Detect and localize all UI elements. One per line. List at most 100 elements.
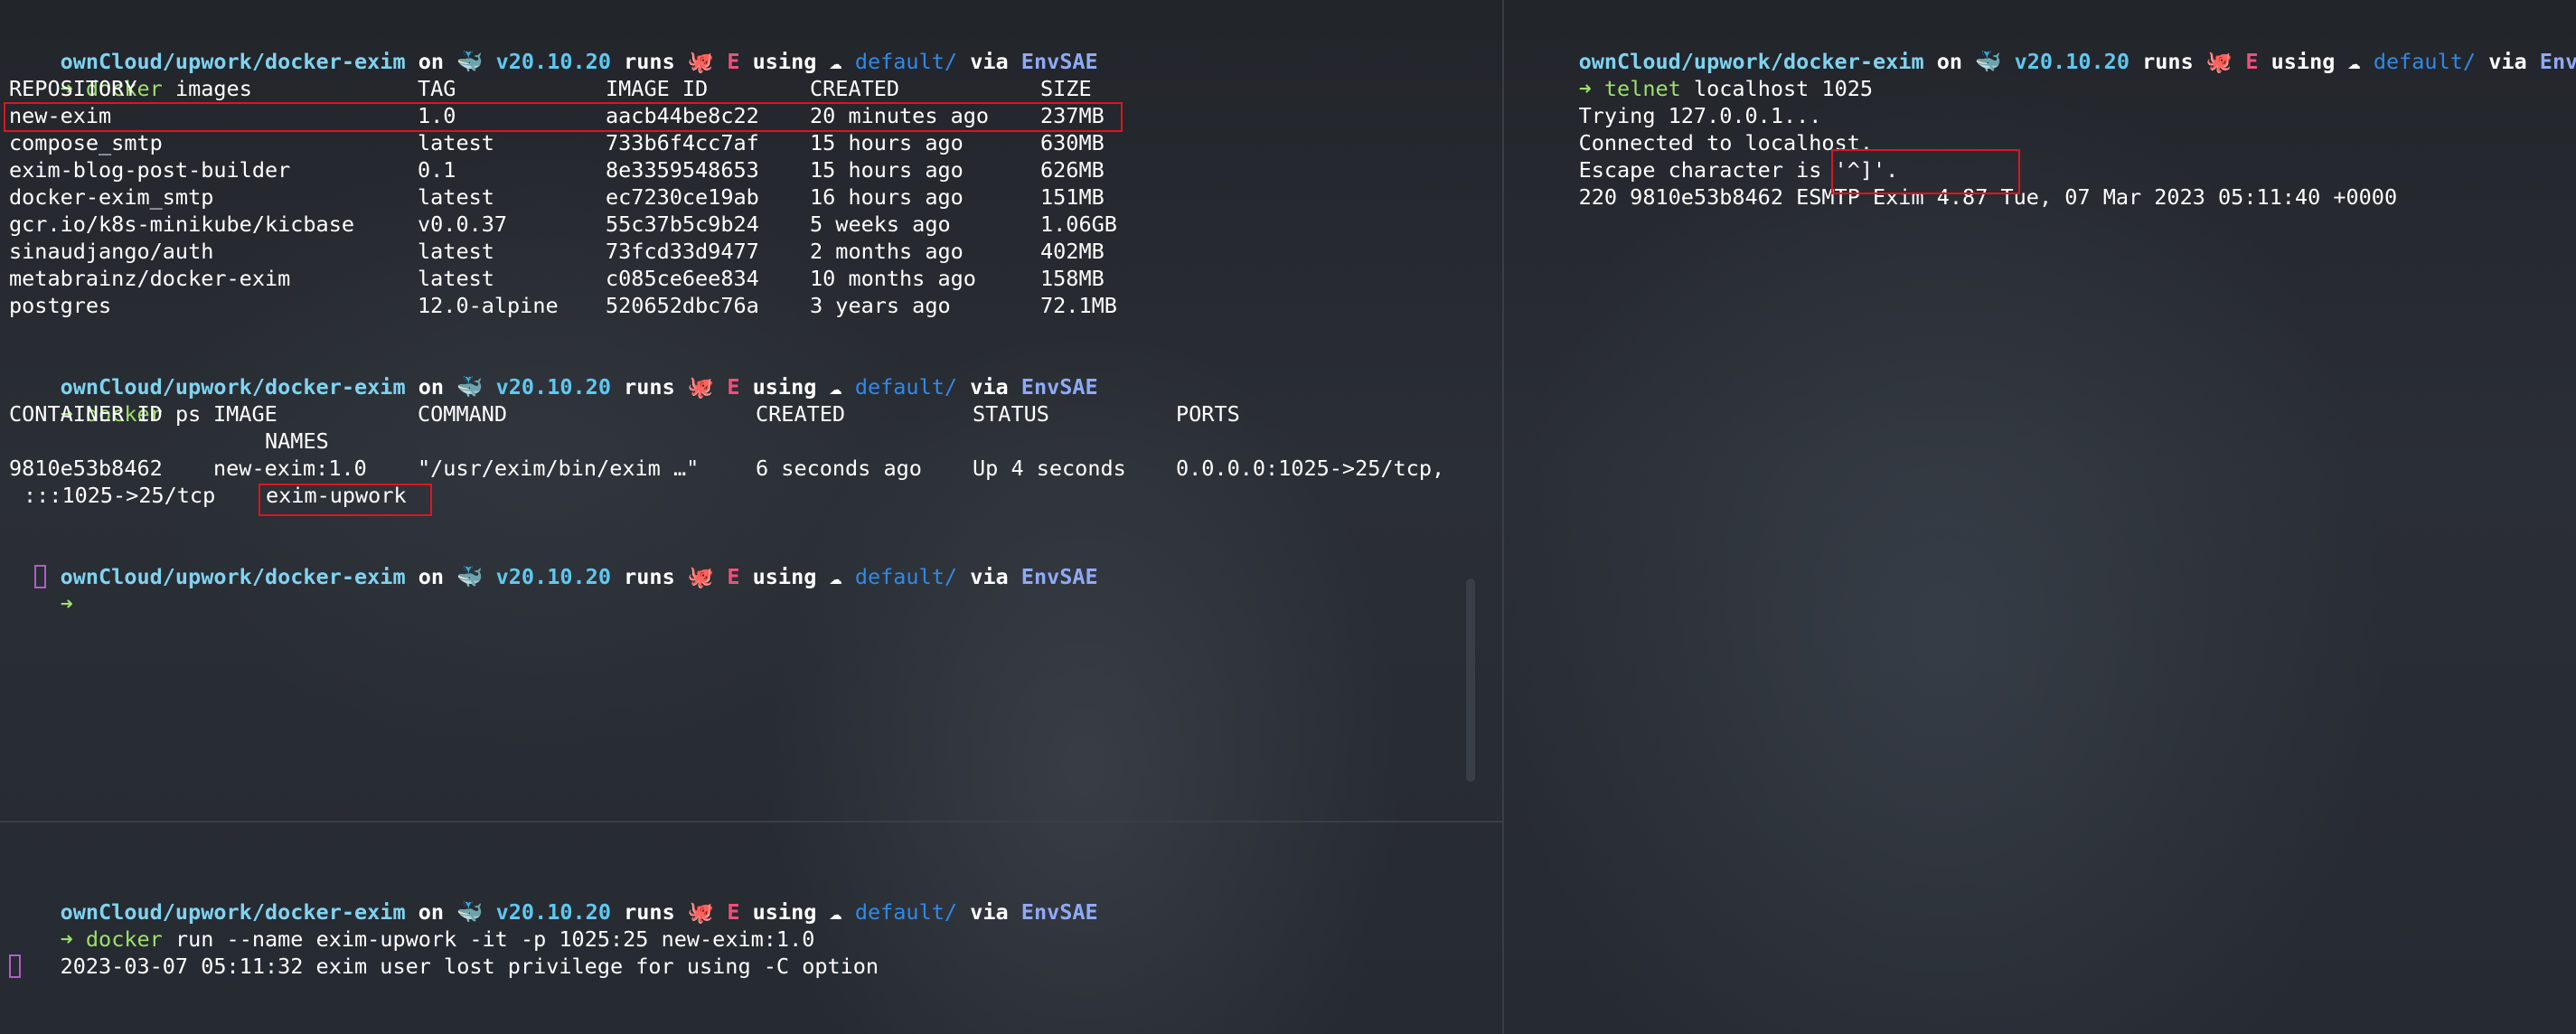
gcloud-context: default/: [854, 564, 958, 589]
terminal-pane-top-left[interactable]: ownCloud/upwork/docker-exim on 🐳 v20.10.…: [0, 0, 1502, 821]
prompt-arrow-icon: ➜: [60, 591, 73, 616]
prompt-word-runs: runs: [624, 374, 675, 400]
command-line: ➜ docker images: [9, 48, 252, 101]
table-cell: 16 hours ago: [810, 184, 964, 210]
table-cell: sinaudjango/auth: [9, 239, 214, 264]
column-header: NAMES: [265, 428, 329, 454]
docker-whale-icon: 🐳: [456, 564, 484, 589]
env-name: EnvSAE: [2539, 49, 2576, 74]
prompt-word-runs: runs: [624, 564, 675, 589]
table-row[interactable]: docker-exim_smtp latest ec7230ce19ab 16 …: [9, 183, 1455, 211]
env-name: EnvSAE: [1020, 564, 1098, 589]
command-line: ➜ telnet localhost 1025: [1528, 48, 1873, 101]
images-table-header: REPOSITORY TAG IMAGE ID CREATED SIZE: [9, 75, 1455, 102]
terminal-pane-bottom-left[interactable]: ownCloud/upwork/docker-exim on 🐳 v20.10.…: [0, 822, 1502, 1034]
table-cell: 0.1: [418, 157, 456, 183]
table-cell: docker-exim_smtp: [9, 184, 214, 210]
column-header: CREATED: [810, 76, 900, 101]
env-name: EnvSAE: [1020, 49, 1098, 74]
helm-context: E: [727, 564, 740, 589]
env-name: EnvSAE: [1020, 374, 1098, 400]
table-cell: 15 hours ago: [810, 157, 964, 183]
container-ports-continued: :::1025->25/tcp: [24, 483, 216, 508]
container-image: new-exim:1.0: [213, 456, 367, 481]
prompt-word-via: via: [970, 564, 1009, 589]
cloud-icon: ☁: [829, 564, 842, 589]
column-header: IMAGE: [213, 401, 277, 427]
prompt-word-runs: runs: [2142, 49, 2194, 74]
table-cell: 15 hours ago: [810, 130, 964, 155]
docker-version: v20.10.20: [495, 564, 611, 589]
env-name: EnvSAE: [1020, 899, 1098, 925]
prompt-word-using: using: [752, 49, 817, 74]
table-row[interactable]: compose_smtp latest 733b6f4cc7af 15 hour…: [9, 129, 1455, 156]
column-header: SIZE: [1040, 76, 1092, 101]
prompt-word-via: via: [970, 899, 1009, 925]
column-header: IMAGE ID: [606, 76, 709, 101]
table-cell: latest: [418, 239, 494, 264]
table-cell: 626MB: [1040, 157, 1105, 183]
prompt-word-using: using: [2270, 49, 2336, 74]
prompt-line: ownCloud/upwork/docker-exim on 🐳 v20.10.…: [1528, 21, 2576, 74]
exim-log-output: 2023-03-07 05:11:32 exim user lost privi…: [60, 954, 879, 979]
command-line: ➜ docker run --name exim-upwork -it -p 1…: [9, 898, 815, 952]
container-id: 9810e53b8462: [9, 456, 163, 481]
prompt-word-using: using: [752, 374, 817, 400]
table-cell: 12.0-alpine: [418, 293, 559, 318]
terminal-pane-right[interactable]: ownCloud/upwork/docker-exim on 🐳 v20.10.…: [1504, 0, 2576, 1034]
column-header: COMMAND: [418, 401, 508, 427]
table-cell: 55c37b5c9b24: [606, 212, 759, 237]
container-created: 6 seconds ago: [756, 456, 922, 481]
table-row[interactable]: metabrainz/docker-exim latest c085ce6ee8…: [9, 265, 1455, 292]
prompt-line: ownCloud/upwork/docker-exim on 🐳 v20.10.…: [9, 21, 1098, 74]
table-row[interactable]: exim-blog-post-builder 0.1 8e3359548653 …: [9, 156, 1455, 183]
table-cell: 10 months ago: [810, 266, 976, 291]
cloud-icon: ☁: [2347, 49, 2361, 74]
container-ports: 0.0.0.0:1025->25/tcp,: [1176, 456, 1445, 481]
output-line: Trying 127.0.0.1...: [1528, 75, 1822, 128]
gcloud-context: default/: [2373, 49, 2477, 74]
table-row[interactable]: 9810e53b8462 new-exim:1.0 "/usr/exim/bin…: [9, 455, 1491, 482]
prompt-word-on: on: [1936, 49, 1963, 74]
output-line: 2023-03-07 05:11:32 exim user lost privi…: [9, 926, 879, 979]
column-header: CREATED: [756, 401, 846, 427]
scrollbar[interactable]: [1466, 578, 1475, 782]
octopus-icon: 🐙: [687, 564, 715, 589]
ps-table-header: CONTAINER ID IMAGE COMMAND CREATED STATU…: [9, 400, 1491, 428]
helm-context: E: [727, 374, 740, 400]
column-header: TAG: [418, 76, 456, 101]
table-cell: latest: [418, 130, 494, 155]
prompt-word-on: on: [418, 374, 445, 400]
table-cell: gcr.io/k8s-minikube/kicbase: [9, 212, 355, 237]
table-row[interactable]: postgres 12.0-alpine 520652dbc76a 3 year…: [9, 292, 1455, 319]
container-command: "/usr/exim/bin/exim …": [418, 456, 700, 481]
prompt-word-via: via: [970, 49, 1009, 74]
prompt-line: ownCloud/upwork/docker-exim on 🐳 v20.10.…: [9, 346, 1098, 400]
table-row[interactable]: sinaudjango/auth latest 73fcd33d9477 2 m…: [9, 238, 1455, 265]
table-cell: c085ce6ee834: [606, 266, 759, 291]
table-cell: 158MB: [1040, 266, 1105, 291]
prompt-word-via: via: [970, 374, 1009, 400]
highlight-box-container-name: [259, 484, 432, 516]
table-cell: latest: [418, 266, 494, 291]
prompt-word-via: via: [2488, 49, 2527, 74]
container-status: Up 4 seconds: [973, 456, 1126, 481]
table-row[interactable]: gcr.io/k8s-minikube/kicbase v0.0.37 55c3…: [9, 211, 1455, 238]
table-cell: 2 months ago: [810, 239, 964, 264]
command-line: ➜ docker ps: [9, 373, 202, 427]
column-header: PORTS: [1176, 401, 1240, 427]
helm-context: E: [727, 49, 740, 74]
table-cell: latest: [418, 184, 494, 210]
gcloud-context: default/: [854, 374, 958, 400]
prompt-word-using: using: [752, 564, 817, 589]
prompt-word-runs: runs: [624, 49, 675, 74]
table-cell: exim-blog-post-builder: [9, 157, 291, 183]
highlight-box-exim-version: [1831, 149, 2020, 194]
table-cell: postgres: [9, 293, 112, 318]
table-row-continued: :::1025->25/tcp exim-upwork: [9, 482, 1491, 509]
table-cell: metabrainz/docker-exim: [9, 266, 291, 291]
table-cell: 1.06GB: [1040, 212, 1117, 237]
table-cell: 73fcd33d9477: [606, 239, 759, 264]
docker-whale-icon: 🐳: [456, 374, 484, 400]
table-cell: 520652dbc76a: [606, 293, 759, 318]
